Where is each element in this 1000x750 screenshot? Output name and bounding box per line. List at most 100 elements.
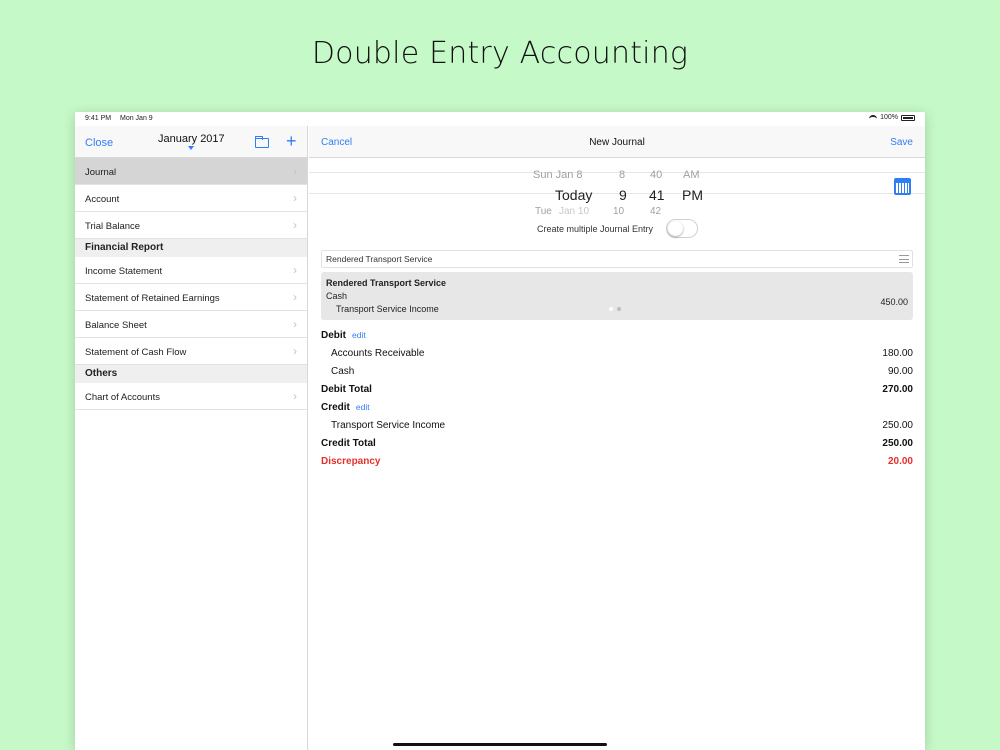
picker-current-day[interactable]: Today [555,187,592,203]
picker-current-minute[interactable]: 41 [649,187,665,203]
page-title: New Journal [589,137,645,148]
sidebar-item-label: Account [85,194,120,205]
editor-navbar: New Journal Cancel Save [309,126,925,158]
credit-amount: 250.00 [882,420,913,431]
credit-total-value: 250.00 [882,438,913,449]
discrepancy-value: 20.00 [887,456,913,467]
debit-account: Cash [331,366,355,377]
credit-account: Transport Service Income [331,420,446,431]
picker-prev-ampm[interactable]: AM [683,169,700,181]
sidebar-item-chart-of-accounts[interactable]: Chart of Accounts › [75,383,307,410]
sidebar-item-retained-earnings[interactable]: Statement of Retained Earnings › [75,284,307,311]
credit-header: Credit edit [321,399,913,417]
sidebar-item-label: Journal [85,167,117,178]
page-dot-active [609,307,613,311]
multiple-entry-label: Create multiple Journal Entry [537,224,654,234]
period-selector[interactable]: January 2017 [158,133,225,145]
section-financial-report: Financial Report [75,239,307,257]
status-right: 100% [869,114,915,121]
credit-label: Credit [321,402,350,413]
chevron-right-icon: › [293,317,297,331]
status-date: Mon Jan 9 [120,115,153,122]
close-button[interactable]: Close [85,137,113,149]
journal-lines: Debit edit Accounts Receivable 180.00 Cas… [321,327,913,471]
folder-icon[interactable] [255,136,269,148]
picker-next-hour[interactable]: 10 [613,206,624,217]
debit-amount: 180.00 [882,348,913,359]
sidebar: Close January 2017 + Journal › Account ›… [75,126,308,750]
save-button[interactable]: Save [890,137,913,148]
description-field[interactable]: Rendered Transport Service [321,250,913,268]
picker-prev-day[interactable]: Sun Jan 8 [533,169,583,181]
ipad-screen: 9:41 PM Mon Jan 9 100% Close January 201… [75,112,925,750]
caret-down-icon[interactable] [188,146,194,150]
picker-next-day-prefix[interactable]: Tue [535,206,552,217]
home-indicator[interactable] [393,743,607,746]
sidebar-item-trial-balance[interactable]: Trial Balance › [75,212,307,239]
headline: Double Entry Accounting [311,36,689,71]
debit-header: Debit edit [321,327,913,345]
chevron-right-icon: › [293,218,297,232]
debit-line[interactable]: Cash 90.00 [321,363,913,381]
sidebar-item-account[interactable]: Account › [75,185,307,212]
status-bar: 9:41 PM Mon Jan 9 100% [75,112,925,126]
sidebar-item-label: Balance Sheet [85,320,147,331]
plus-icon[interactable]: + [286,132,297,150]
debit-total-value: 270.00 [882,384,913,395]
chevron-right-icon: › [293,389,297,403]
calendar-icon[interactable] [894,178,911,195]
credit-line[interactable]: Transport Service Income 250.00 [321,417,913,435]
debit-total-label: Debit Total [321,384,372,395]
page-dots[interactable] [609,307,621,311]
sidebar-item-cash-flow[interactable]: Statement of Cash Flow › [75,338,307,365]
list-icon[interactable] [899,255,909,263]
chevron-right-icon: › [293,290,297,304]
page-dot [617,307,621,311]
sidebar-item-label: Trial Balance [85,221,141,232]
battery-icon [901,114,915,121]
picker-prev-hour[interactable]: 8 [619,169,625,181]
chevron-right-icon: › [293,344,297,358]
cancel-button[interactable]: Cancel [321,137,352,148]
journal-preview-card[interactable]: Rendered Transport Service Cash Transpor… [321,272,913,320]
chevron-right-icon: › [293,263,297,277]
description-value: Rendered Transport Service [326,254,433,264]
chevron-right-icon: › [293,191,297,205]
battery-percent: 100% [880,114,898,121]
credit-total-row: Credit Total 250.00 [321,435,913,453]
picker-next-day[interactable]: Jan 10 [559,206,589,217]
section-others: Others [75,365,307,383]
preview-title: Rendered Transport Service [326,278,447,288]
debit-account: Accounts Receivable [331,348,425,359]
picker-current-ampm[interactable]: PM [682,187,703,203]
sidebar-item-label: Statement of Cash Flow [85,347,187,358]
journal-editor: New Journal Cancel Save Sun Jan 8 8 40 A… [309,126,925,750]
debit-label: Debit [321,330,346,341]
sidebar-item-label: Statement of Retained Earnings [85,293,220,304]
sidebar-item-label: Income Statement [85,266,163,277]
picker-next-minute[interactable]: 42 [650,206,661,217]
preview-debit-account: Cash [326,291,348,301]
discrepancy-row: Discrepancy 20.00 [321,453,913,471]
sidebar-item-journal[interactable]: Journal › [75,158,307,185]
date-time-picker[interactable]: Sun Jan 8 8 40 AM Today 9 41 PM Tue Jan … [309,158,925,218]
debit-amount: 90.00 [887,366,913,377]
debit-line[interactable]: Accounts Receivable 180.00 [321,345,913,363]
sidebar-navbar: Close January 2017 + [75,126,307,158]
credit-edit-link[interactable]: edit [356,402,370,412]
sidebar-item-income-statement[interactable]: Income Statement › [75,257,307,284]
chevron-right-icon: › [293,164,297,178]
debit-edit-link[interactable]: edit [352,330,366,340]
discrepancy-label: Discrepancy [321,456,381,467]
multiple-entry-toggle[interactable] [666,219,698,238]
picker-selection-band [309,172,925,194]
preview-credit-account: Transport Service Income [336,304,439,314]
sidebar-item-balance-sheet[interactable]: Balance Sheet › [75,311,307,338]
picker-prev-minute[interactable]: 40 [650,169,662,181]
picker-current-hour[interactable]: 9 [619,187,627,203]
credit-total-label: Credit Total [321,438,376,449]
wifi-icon [869,114,878,121]
debit-total-row: Debit Total 270.00 [321,381,913,399]
preview-amount: 450.00 [880,297,908,307]
sidebar-item-label: Chart of Accounts [85,392,160,403]
